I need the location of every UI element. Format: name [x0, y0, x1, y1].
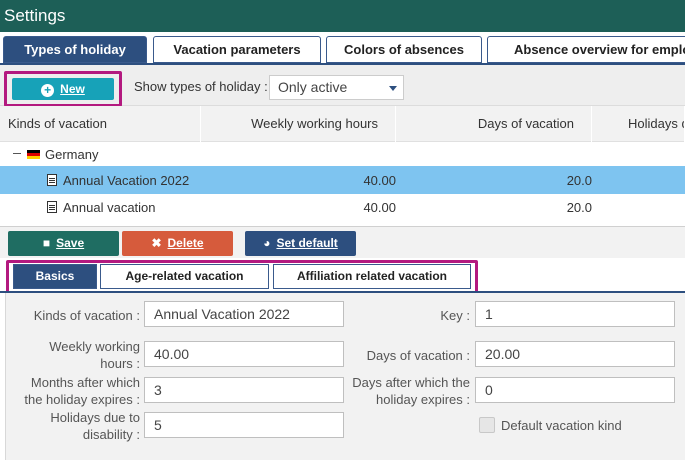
action-bar: ■ Save ✖ Delete ◕ Set default: [0, 226, 685, 258]
tab-affiliation-related-vacation[interactable]: Affiliation related vacation: [273, 264, 471, 289]
days-input[interactable]: 20.00: [475, 341, 675, 367]
disability-label-line2: disability :: [82, 427, 140, 442]
window-title: Settings: [0, 0, 685, 32]
sub-tab-bar: Basics Age-related vacation Affiliation …: [0, 258, 685, 296]
grid-header: Kinds of vacation Weekly working hours D…: [0, 106, 685, 142]
months-label: Months after which the holiday expires :: [6, 374, 140, 408]
kind-label: Kinds of vacation :: [33, 308, 140, 323]
settings-window: Settings Types of holiday Vacation param…: [0, 0, 685, 460]
set-default-icon: ◕: [263, 236, 271, 250]
hours-label-line1: Weekly working: [49, 339, 140, 354]
close-icon: ✖: [151, 236, 162, 250]
key-input[interactable]: 1: [475, 301, 675, 327]
show-types-label: Show types of holiday :: [134, 79, 268, 94]
days-expire-label-line1: Days after which the: [352, 375, 470, 390]
document-icon: [47, 201, 57, 213]
floppy-disk-icon: ■: [42, 236, 51, 250]
group-row-germany[interactable]: Germany: [0, 142, 685, 166]
tab-age-related-vacation[interactable]: Age-related vacation: [100, 264, 269, 289]
holiday-filter-value: Only active: [278, 79, 348, 95]
disability-label-line1: Holidays due to: [50, 410, 140, 425]
hours-label-line2: hours :: [100, 356, 140, 371]
row-name-cell: Annual vacation: [47, 194, 156, 220]
column-header-kind[interactable]: Kinds of vacation: [0, 106, 201, 142]
set-default-label: Set default: [276, 236, 338, 250]
row-days: 20.0: [566, 172, 592, 188]
disability-input[interactable]: 5: [144, 412, 344, 438]
delete-button[interactable]: ✖ Delete: [122, 231, 233, 256]
holiday-filter-select[interactable]: Only active: [269, 75, 404, 100]
default-kind-checkbox[interactable]: [479, 417, 495, 433]
table-row[interactable]: Annual Vacation 2022 40.00 20.0: [0, 166, 685, 194]
days-expire-label-line2: holiday expires :: [376, 392, 470, 407]
chevron-down-icon: [389, 86, 397, 91]
new-button[interactable]: + New: [12, 78, 114, 100]
tab-colors-of-absences[interactable]: Colors of absences: [326, 36, 482, 63]
months-label-line1: Months after which: [30, 375, 140, 390]
tab-absence-overview[interactable]: Absence overview for employees: [487, 36, 685, 63]
document-icon: [47, 174, 57, 186]
hours-input[interactable]: 40.00: [144, 341, 344, 367]
plus-circle-icon: +: [41, 84, 55, 97]
group-label: Germany: [45, 146, 99, 162]
main-tab-bar: Types of holiday Vacation parameters Col…: [0, 32, 685, 64]
collapse-icon[interactable]: [13, 153, 21, 154]
days-expire-label: Days after which the holiday expires :: [336, 374, 470, 408]
toolbar: + New Show types of holiday : Only active: [0, 65, 685, 107]
hours-label: Weekly working hours :: [6, 338, 140, 372]
row-days: 20.0: [566, 199, 592, 215]
row-hours: 40.00: [363, 199, 396, 215]
tab-basics[interactable]: Basics: [13, 264, 97, 289]
row-name-cell: Annual Vacation 2022: [47, 166, 189, 194]
tab-vacation-parameters[interactable]: Vacation parameters: [153, 36, 321, 63]
vacation-grid: Germany Annual Vacation 2022 40.00 20.0 …: [0, 142, 685, 218]
row-hours: 40.00: [363, 172, 396, 188]
basics-form: Kinds of vacation : Annual Vacation 2022…: [5, 293, 685, 460]
months-input[interactable]: 3: [144, 377, 344, 403]
kind-input[interactable]: Annual Vacation 2022: [144, 301, 344, 327]
row-name: Annual vacation: [63, 199, 156, 215]
delete-label: Delete: [167, 236, 204, 250]
set-default-button[interactable]: ◕ Set default: [245, 231, 356, 256]
column-header-days[interactable]: Days of vacation: [396, 106, 592, 142]
table-row[interactable]: Annual vacation 40.00 20.0: [0, 194, 685, 220]
months-label-line2: the holiday expires :: [24, 392, 140, 407]
default-kind-label: Default vacation kind: [501, 418, 622, 433]
disability-label: Holidays due to disability :: [6, 409, 140, 443]
column-header-hours[interactable]: Weekly working hours: [201, 106, 396, 142]
tab-types-of-holiday[interactable]: Types of holiday: [3, 36, 147, 63]
days-expire-input[interactable]: 0: [475, 377, 675, 403]
row-name: Annual Vacation 2022: [63, 172, 190, 188]
days-label: Days of vacation :: [366, 348, 470, 363]
key-label: Key :: [440, 308, 470, 323]
save-button[interactable]: ■ Save: [8, 231, 119, 256]
column-header-disability[interactable]: Holidays due to disability: [592, 106, 685, 142]
germany-flag-icon: [27, 149, 40, 159]
new-button-label: New: [60, 82, 85, 96]
save-label: Save: [56, 236, 85, 250]
group-cell: Germany: [27, 142, 98, 166]
